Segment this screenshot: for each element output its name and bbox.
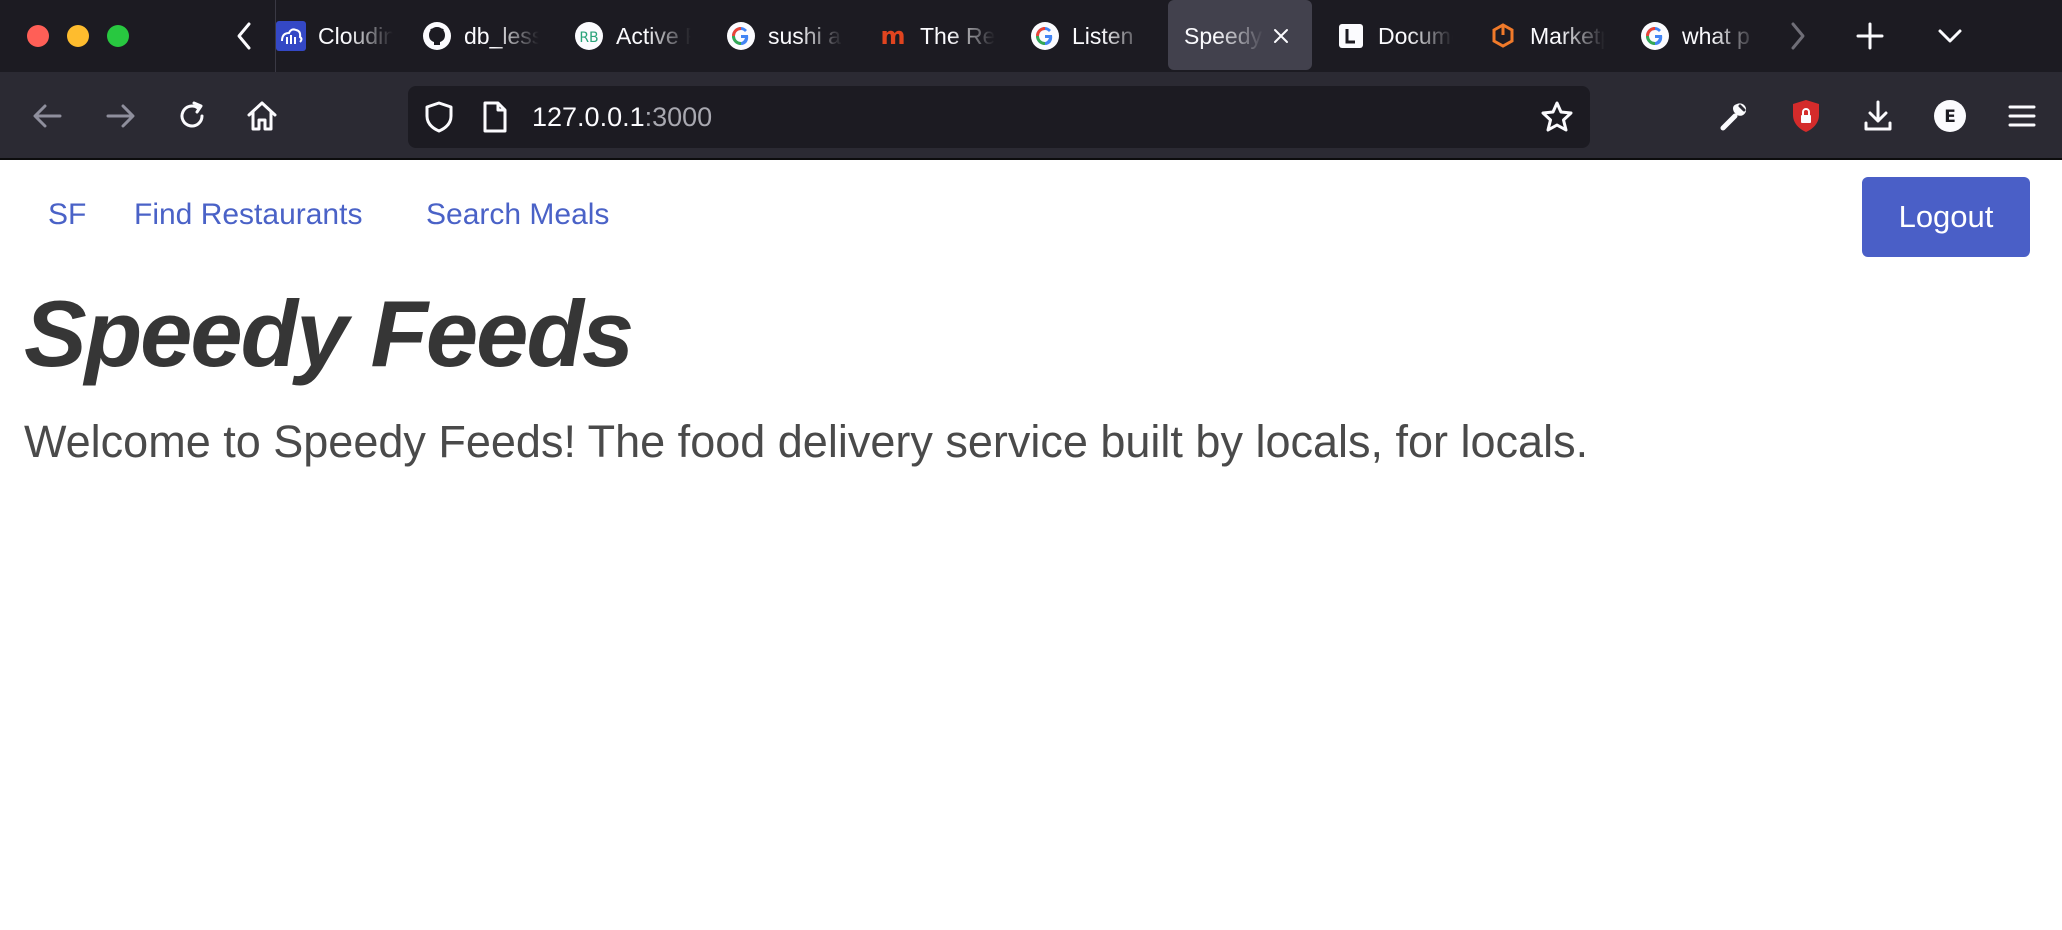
- web-page: SF Find Restaurants Search Meals Logout …: [0, 162, 2062, 930]
- nav-search-meals-link[interactable]: Search Meals: [426, 198, 609, 232]
- chevron-left-icon[interactable]: [230, 16, 260, 56]
- reload-icon[interactable]: [170, 94, 214, 138]
- welcome-message: Welcome to Speedy Feeds! The food delive…: [24, 416, 1589, 467]
- rb-icon: RB: [574, 21, 604, 51]
- new-tab-plus-icon[interactable]: [1850, 16, 1890, 56]
- url-bar[interactable]: 127.0.0.1:3000: [408, 86, 1590, 148]
- tab-speedyfeeds-active[interactable]: SpeedyFeeds: [1168, 0, 1318, 72]
- tab-title: Documentation: [1378, 22, 1453, 49]
- tab-title: The Real: [920, 22, 995, 49]
- tab-what[interactable]: what p: [1626, 0, 1776, 72]
- cloudinary-icon: [276, 21, 306, 51]
- chevron-down-icon[interactable]: [1930, 16, 1970, 56]
- minimize-window-button[interactable]: [67, 25, 89, 47]
- tab-documentation[interactable]: Documentation: [1322, 0, 1472, 72]
- tab-sushi[interactable]: sushi and: [712, 0, 862, 72]
- logout-button[interactable]: Logout: [1862, 177, 2030, 257]
- url-port: :3000: [644, 102, 713, 132]
- google-icon: [1030, 21, 1060, 51]
- zoom-window-button[interactable]: [107, 25, 129, 47]
- tab-title: Marketplace: [1530, 22, 1605, 49]
- back-arrow-icon[interactable]: [26, 94, 70, 138]
- tab-active-record[interactable]: RB Active Record: [560, 0, 710, 72]
- google-icon: [1640, 21, 1670, 51]
- svg-text:RB: RB: [579, 30, 598, 46]
- navigation-toolbar: 127.0.0.1:3000 E: [0, 72, 2062, 160]
- site-navbar: SF Find Restaurants Search Meals Logout: [0, 162, 2062, 272]
- tab-title: db_lessons: [464, 22, 539, 49]
- tab-listen[interactable]: Listen: [1016, 0, 1166, 72]
- tab-db-lessons[interactable]: db_lessons: [408, 0, 558, 72]
- tab-title: Listen: [1072, 22, 1134, 49]
- wrench-icon[interactable]: [1712, 94, 1756, 138]
- close-tab-icon[interactable]: [1270, 25, 1292, 47]
- l-icon: [1336, 21, 1366, 51]
- tab-marketplace[interactable]: Marketplace: [1474, 0, 1624, 72]
- m-icon: m: [878, 21, 908, 51]
- bookmark-star-icon[interactable]: [1540, 100, 1574, 134]
- tab-title: SpeedyFeeds: [1184, 22, 1264, 49]
- forward-arrow-icon[interactable]: [98, 94, 142, 138]
- svg-text:E: E: [1944, 107, 1956, 127]
- tab-title: Cloudinary: [318, 22, 393, 49]
- page-document-icon[interactable]: [480, 100, 510, 134]
- download-icon[interactable]: [1856, 94, 1900, 138]
- tab-title: Active Record: [616, 22, 691, 49]
- url-host: 127.0.0.1: [532, 102, 645, 132]
- svg-text:m: m: [880, 22, 905, 50]
- tab-cloudinary[interactable]: Cloudinary: [262, 0, 412, 72]
- tab-title: what p: [1682, 22, 1750, 49]
- close-window-button[interactable]: [27, 25, 49, 47]
- ublock-shield-icon[interactable]: [1784, 94, 1828, 138]
- marketplace-icon: [1488, 21, 1518, 51]
- tab-the-real[interactable]: m The Real: [864, 0, 1014, 72]
- tracking-protection-shield-icon[interactable]: [422, 100, 456, 134]
- google-icon: [726, 21, 756, 51]
- hamburger-menu-icon[interactable]: [2000, 94, 2044, 138]
- page-title: Speedy Feeds: [24, 281, 634, 386]
- nav-brand-link[interactable]: SF: [48, 198, 86, 232]
- nav-find-restaurants-link[interactable]: Find Restaurants: [134, 198, 362, 232]
- url-text[interactable]: 127.0.0.1:3000: [532, 102, 712, 133]
- account-avatar-icon[interactable]: E: [1928, 94, 1972, 138]
- github-icon: [422, 21, 452, 51]
- home-icon[interactable]: [240, 94, 284, 138]
- chevron-right-icon[interactable]: [1782, 16, 1812, 56]
- tab-strip: Cloudinary db_lessons RB Active Record s…: [0, 0, 2062, 72]
- tab-title: sushi and: [768, 22, 843, 49]
